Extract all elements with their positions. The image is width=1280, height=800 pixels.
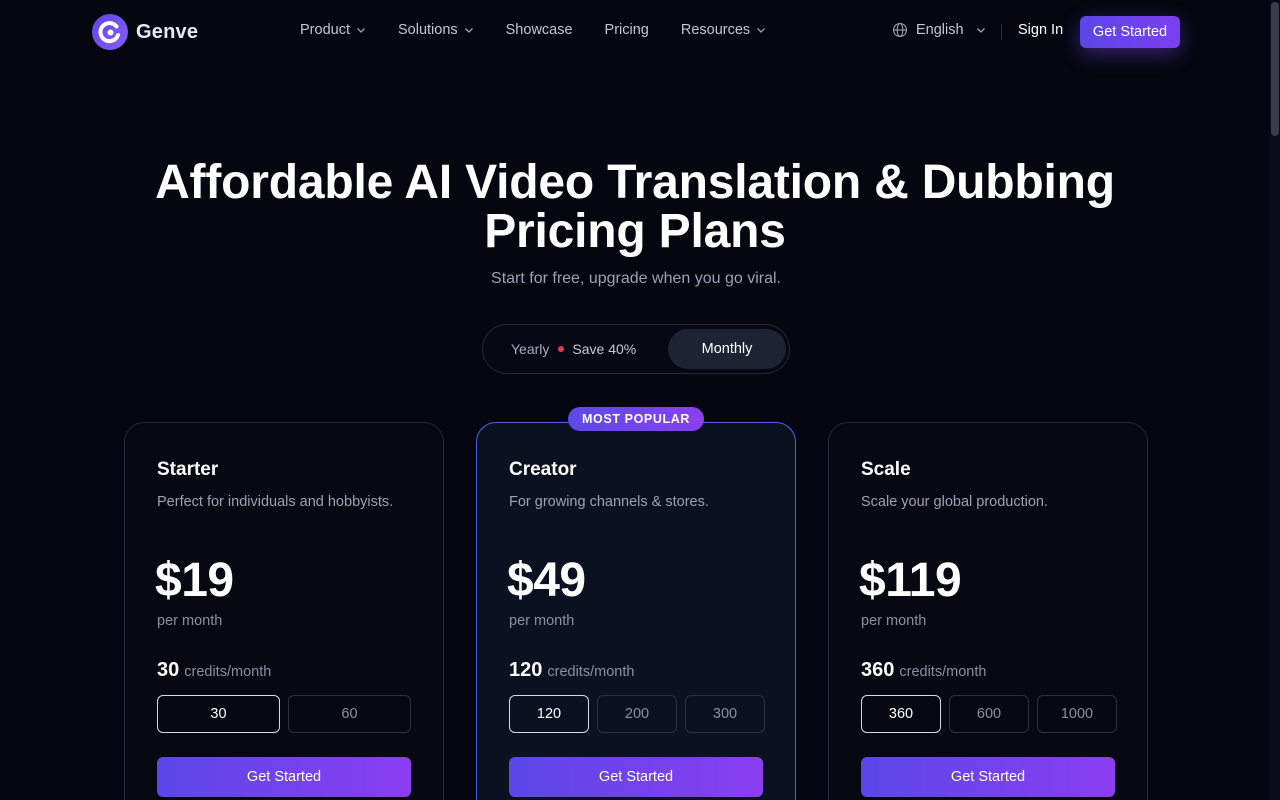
nav-product[interactable]: Product xyxy=(300,22,366,38)
page-subtitle: Start for free, upgrade when you go vira… xyxy=(491,270,781,287)
credit-options: 120 200 300 xyxy=(509,695,765,733)
genve-logo-icon xyxy=(92,14,128,50)
plan-card-creator: Creator For growing channels & stores. $… xyxy=(476,422,796,800)
brand-logo[interactable]: Genve xyxy=(92,14,198,50)
billing-yearly-option[interactable]: Yearly Save 40% xyxy=(511,341,636,357)
scrollbar-thumb[interactable] xyxy=(1271,2,1279,136)
brand-name: Genve xyxy=(136,20,199,43)
credit-option[interactable]: 30 xyxy=(157,695,280,733)
credit-option[interactable]: 120 xyxy=(509,695,589,733)
plan-period: per month xyxy=(157,613,223,629)
site-header: Genve Product Solutions Showcase Pricing… xyxy=(0,0,1270,64)
credits-unit: credits/month xyxy=(899,664,987,680)
billing-toggle: Yearly Save 40% Monthly xyxy=(482,324,790,374)
sign-in-link[interactable]: Sign In xyxy=(1018,22,1063,38)
plan-card-starter: Starter Perfect for individuals and hobb… xyxy=(124,422,444,800)
yearly-label: Yearly xyxy=(511,341,550,357)
credit-option[interactable]: 300 xyxy=(685,695,765,733)
nav-resources[interactable]: Resources xyxy=(681,22,766,38)
plan-period: per month xyxy=(509,613,575,629)
nav-product-label: Product xyxy=(300,22,350,38)
globe-icon xyxy=(892,22,908,38)
credits-amount: 30 xyxy=(157,659,180,681)
main-nav: Product Solutions Showcase Pricing Resou… xyxy=(300,22,798,38)
credits-unit: credits/month xyxy=(547,664,635,680)
nav-solutions-label: Solutions xyxy=(397,22,458,38)
page-title-line1: Affordable AI Video Translation & Dubbin… xyxy=(155,156,1115,209)
nav-pricing-label: Pricing xyxy=(604,22,649,38)
plan-credits: 120 credits/month xyxy=(509,659,634,682)
get-started-button[interactable]: Get Started xyxy=(1080,16,1180,48)
plan-price: $49 xyxy=(507,554,586,607)
credit-options: 360 600 1000 xyxy=(861,695,1117,733)
credits-amount: 120 xyxy=(509,659,543,681)
page-title-line2: Pricing Plans xyxy=(484,205,786,258)
nav-solutions[interactable]: Solutions xyxy=(398,22,474,38)
plan-description: For growing channels & stores. xyxy=(509,494,709,510)
credit-option[interactable]: 600 xyxy=(949,695,1029,733)
credit-option[interactable]: 60 xyxy=(288,695,411,733)
nav-pricing[interactable]: Pricing xyxy=(605,22,649,38)
save-label: Save 40% xyxy=(572,341,637,357)
header-divider xyxy=(1001,24,1002,40)
credits-amount: 360 xyxy=(861,659,895,681)
credit-option[interactable]: 360 xyxy=(861,695,941,733)
chevron-down-icon xyxy=(464,28,473,33)
plan-description: Scale your global production. xyxy=(861,494,1049,510)
plan-price: $19 xyxy=(155,554,234,607)
plan-name: Starter xyxy=(157,459,219,480)
plan-name: Scale xyxy=(861,459,911,480)
chevron-down-icon xyxy=(357,28,365,33)
plan-get-started-button[interactable]: Get Started xyxy=(509,757,763,797)
nav-resources-label: Resources xyxy=(680,22,751,38)
chevron-down-icon xyxy=(757,28,766,33)
plan-credits: 360 credits/month xyxy=(861,659,986,682)
save-dot-icon xyxy=(558,346,565,352)
plan-name: Creator xyxy=(509,459,577,480)
plan-period: per month xyxy=(861,613,927,629)
plan-price: $119 xyxy=(859,554,962,607)
language-label: English xyxy=(916,22,964,38)
plan-get-started-button[interactable]: Get Started xyxy=(861,757,1115,797)
plan-credits: 30 credits/month xyxy=(157,659,271,682)
credit-options: 30 60 xyxy=(157,695,411,733)
billing-monthly-option[interactable]: Monthly xyxy=(668,329,786,369)
credit-option[interactable]: 200 xyxy=(597,695,677,733)
plan-card-scale: Scale Scale your global production. $119… xyxy=(828,422,1148,800)
page-title: Affordable AI Video Translation & Dubbin… xyxy=(0,158,1270,256)
credit-option[interactable]: 1000 xyxy=(1037,695,1117,733)
nav-showcase-label: Showcase xyxy=(505,22,573,38)
language-selector[interactable]: English xyxy=(892,22,986,38)
chevron-down-icon xyxy=(976,28,985,33)
credits-unit: credits/month xyxy=(184,664,272,680)
plan-get-started-button[interactable]: Get Started xyxy=(157,757,411,797)
most-popular-badge: MOST POPULAR xyxy=(568,407,704,431)
plan-description: Perfect for individuals and hobbyists. xyxy=(157,494,394,510)
nav-showcase[interactable]: Showcase xyxy=(506,22,573,38)
